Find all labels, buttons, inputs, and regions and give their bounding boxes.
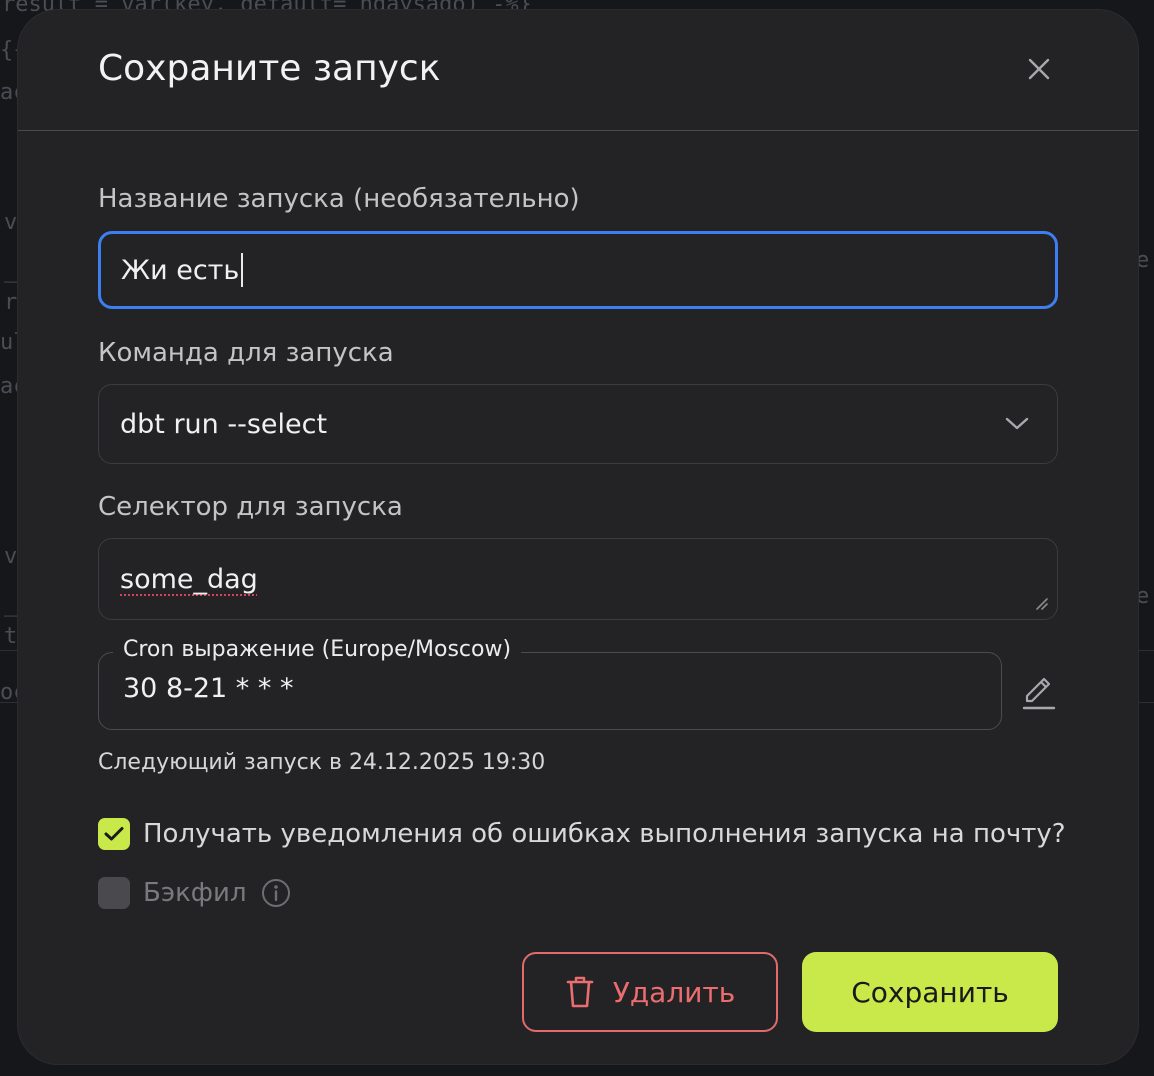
cron-value: 30 8-21 * * *	[123, 673, 294, 704]
command-select[interactable]: dbt run --select	[98, 384, 1058, 464]
bg-code-line: r	[4, 290, 18, 315]
next-run-text: Следующий запуск в 24.12.2025 19:30	[98, 750, 546, 775]
cron-field[interactable]: Cron выражение (Europe/Moscow) 30 8-21 *…	[98, 637, 1002, 730]
save-run-modal: Сохраните запуск Название запуска (необя…	[18, 10, 1138, 1064]
run-name-label: Название запуска (необязательно)	[98, 184, 580, 214]
selector-label: Селектор для запуска	[98, 492, 403, 522]
header-divider	[18, 130, 1138, 131]
bg-code-line: _	[4, 258, 18, 283]
backfill-checkbox[interactable]	[98, 877, 130, 909]
modal-title: Сохраните запуск	[98, 48, 441, 89]
command-label: Команда для запуска	[98, 338, 394, 368]
trash-icon	[565, 975, 595, 1009]
run-name-input[interactable]: Жи есть	[98, 231, 1058, 309]
selector-value: some_dag	[120, 563, 258, 595]
backfill-row: Бэкфил	[98, 877, 291, 909]
chevron-down-icon	[1005, 417, 1029, 431]
run-name-value: Жи есть	[121, 254, 240, 286]
delete-button[interactable]: Удалить	[522, 952, 778, 1032]
notify-errors-checkbox[interactable]	[98, 818, 130, 850]
bg-code-line: v	[4, 544, 18, 569]
edit-cron-button[interactable]	[1018, 672, 1060, 714]
resize-grip-icon[interactable]	[1033, 595, 1049, 611]
close-button[interactable]	[1018, 48, 1060, 90]
command-selected-value: dbt run --select	[120, 408, 328, 440]
cron-label: Cron выражение (Europe/Moscow)	[113, 637, 522, 662]
check-icon	[104, 827, 124, 841]
bg-code-line: t	[4, 624, 18, 649]
pencil-icon	[1022, 677, 1056, 710]
notify-errors-row: Получать уведомления об ошибках выполнен…	[98, 818, 1066, 850]
info-icon[interactable]	[261, 878, 291, 908]
save-button[interactable]: Сохранить	[802, 952, 1058, 1032]
bg-code-line: _	[4, 592, 18, 617]
bg-code-line: v	[4, 210, 18, 235]
close-icon	[1028, 58, 1050, 80]
selector-textarea[interactable]: some_dag	[98, 538, 1058, 620]
text-caret	[241, 253, 244, 287]
backfill-label: Бэкфил	[143, 878, 247, 908]
save-button-label: Сохранить	[851, 975, 1009, 1009]
notify-errors-label: Получать уведомления об ошибках выполнен…	[143, 819, 1066, 849]
delete-button-label: Удалить	[612, 975, 736, 1009]
